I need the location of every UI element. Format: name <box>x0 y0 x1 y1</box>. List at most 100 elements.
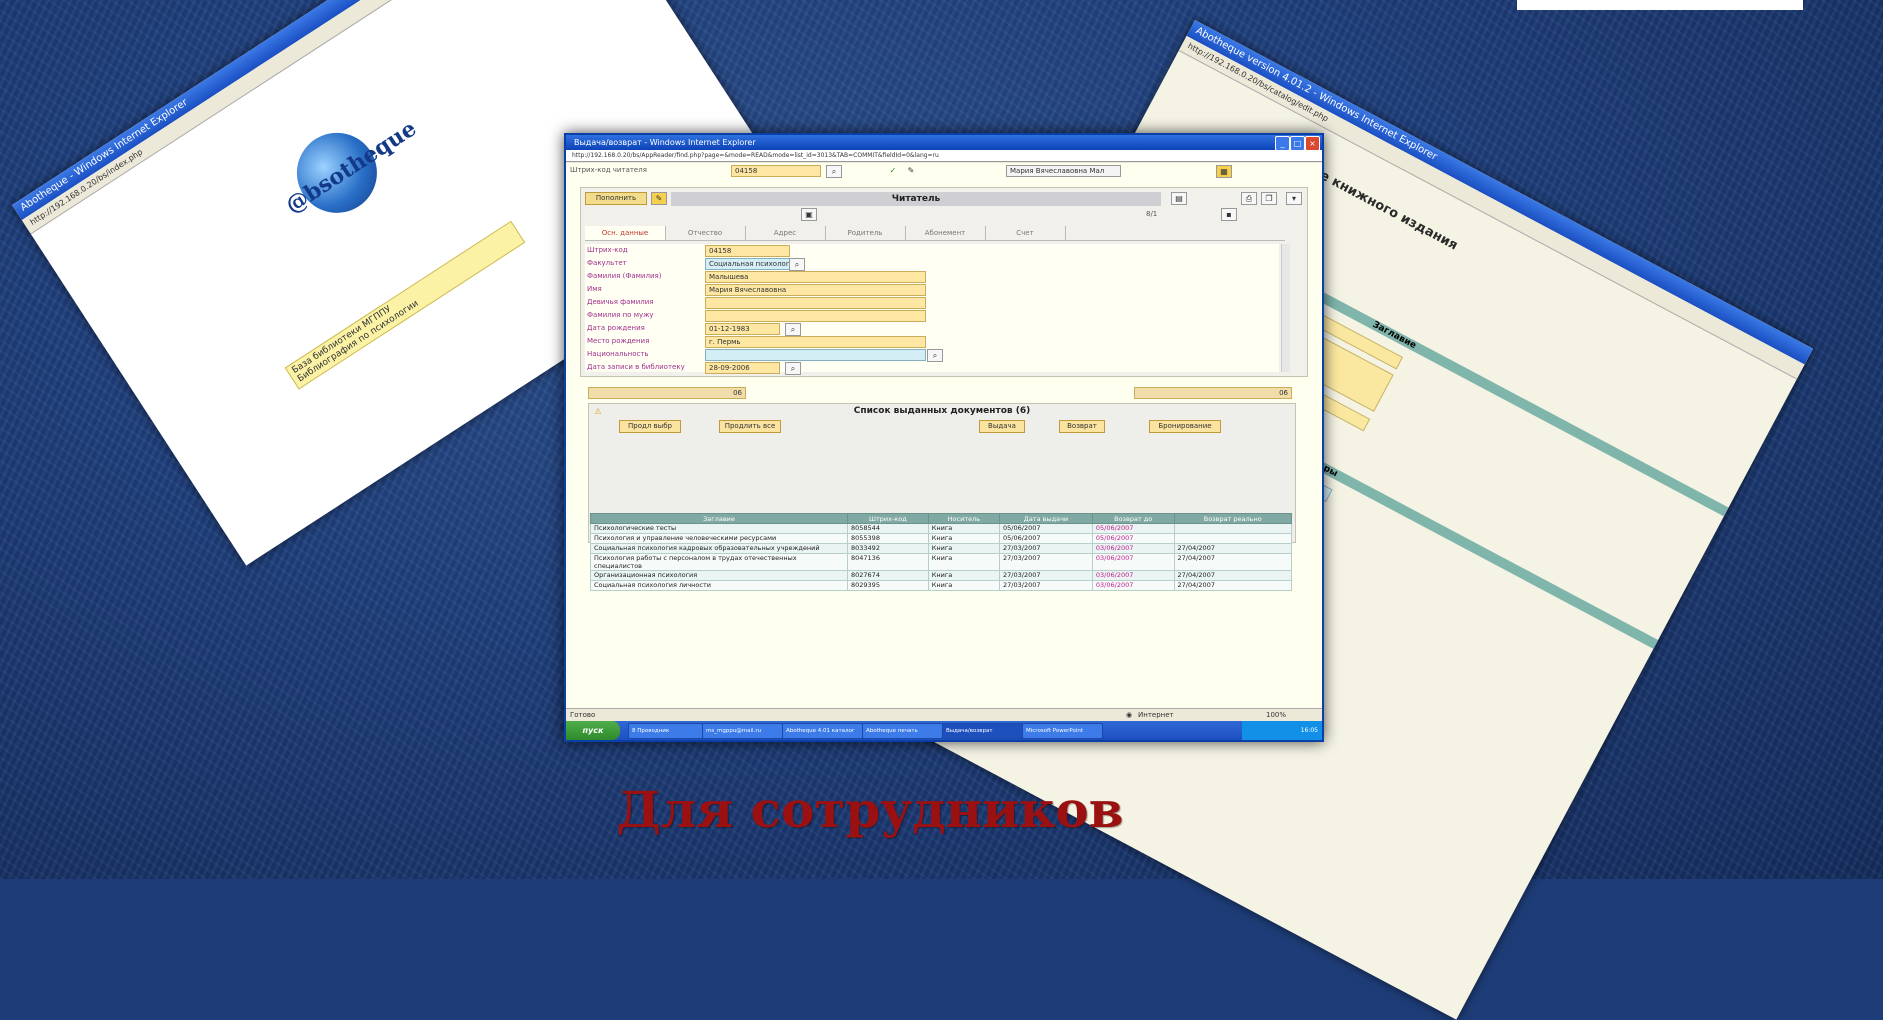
table-header-row: Заглавие Штрих-код Носитель Дата выдачи … <box>590 513 1292 524</box>
field-maiden-name[interactable] <box>705 297 926 309</box>
calendar-icon[interactable]: ⌕ <box>785 323 801 336</box>
table-cell: 27/04/2007 <box>1173 580 1292 591</box>
main-addressbar[interactable]: http://192.168.0.20/bs/AppReader/find.ph… <box>566 150 1322 162</box>
reserve-button[interactable]: Бронирование <box>1149 420 1221 433</box>
column-header[interactable]: Заглавие <box>590 513 848 524</box>
barcode-row: Штрих-код читателя 04158 ⌕ ✓ ✎ Мария Вяч… <box>566 163 1322 179</box>
zoom-level[interactable]: 100% <box>1266 711 1286 719</box>
system-tray: 16:05 <box>1242 721 1322 740</box>
table-cell: 27/04/2007 <box>1173 543 1292 554</box>
pen-icon[interactable]: ✎ <box>904 165 918 176</box>
taskbar-item[interactable]: Abotheque печать <box>862 723 943 739</box>
table-cell: 03/06/2007 <box>1091 570 1175 581</box>
main-window-titlebar: Выдача/возврат - Windows Internet Explor… <box>566 135 1322 151</box>
taskbar-item[interactable]: Microsoft PowerPoint <box>1022 723 1103 739</box>
table-row[interactable]: Организационная психология 8027674 Книга 27… <box>590 570 1292 581</box>
table-cell: Социальная психология личности <box>590 580 848 591</box>
barcode-input[interactable]: 04158 <box>731 165 821 177</box>
column-header[interactable]: Возврат реально <box>1173 513 1292 524</box>
column-header[interactable]: Возврат до <box>1091 513 1175 524</box>
clock: 16:05 <box>1300 727 1318 734</box>
slide-caption: Для сотрудников <box>616 780 1124 839</box>
extend-selected-button[interactable]: Продл выбр <box>619 420 681 433</box>
calculator-icon[interactable]: ▦ <box>1216 165 1232 178</box>
table-cell: 05/06/2007 <box>999 523 1093 534</box>
dropdown-icon[interactable]: ▾ <box>1286 192 1302 205</box>
return-button[interactable]: Возврат <box>1059 420 1105 433</box>
table-row[interactable]: Психологические тесты 8058544 Книга 05/06/2… <box>590 523 1292 534</box>
table-cell: Книга <box>927 533 1001 544</box>
calendar-icon[interactable]: ⌕ <box>785 362 801 375</box>
table-cell: Книга <box>927 523 1001 534</box>
column-header[interactable]: Штрих-код <box>847 513 929 524</box>
search-icon[interactable]: ⌕ <box>927 349 943 362</box>
field-registration-date[interactable]: 28-09-2006 <box>705 362 780 374</box>
table-cell: 8055398 <box>847 533 929 544</box>
field-faculty[interactable]: Социальная психология <box>705 258 790 270</box>
field-nationality[interactable] <box>705 349 926 361</box>
replenish-button[interactable]: Пополнить <box>585 192 647 205</box>
page-indicator: 8/1 <box>1146 210 1158 218</box>
taskbar-item[interactable]: ms_mgppu@mail.ru <box>702 723 783 739</box>
start-button[interactable]: пуск <box>566 721 620 740</box>
table-row[interactable]: Психология и управление человеческими ре… <box>590 533 1292 544</box>
documents-table: Заглавие Штрих-код Носитель Дата выдачи … <box>590 513 1292 591</box>
taskbar-item[interactable]: Abotheque 4.01 каталог <box>782 723 863 739</box>
field-barcode[interactable]: 04158 <box>705 245 790 257</box>
table-cell: 05/06/2007 <box>1091 523 1175 534</box>
reader-tabs: Осн. данные Отчество Адрес Родитель Абон… <box>585 226 1285 241</box>
field-married-name[interactable] <box>705 310 926 322</box>
column-header[interactable]: Дата выдачи <box>999 513 1093 524</box>
table-row[interactable]: Социальная психология личности 8029395 Кни… <box>590 580 1292 591</box>
edit-icon[interactable]: ✎ <box>651 192 667 205</box>
field-label: Дата рождения <box>587 324 645 332</box>
table-row[interactable]: Социальная психология кадровых образоват… <box>590 543 1292 554</box>
tab-main-data[interactable]: Осн. данные <box>585 226 666 240</box>
field-birth-date[interactable]: 01-12-1983 <box>705 323 780 335</box>
table-cell: 8047136 <box>847 553 929 571</box>
table-cell: Социальная психология кадровых образоват… <box>590 543 848 554</box>
left-menu-item[interactable]: Библиография по психологии <box>296 234 520 385</box>
user-select[interactable]: Мария Вячеславовна Мал <box>1006 165 1121 177</box>
table-cell: 8027674 <box>847 570 929 581</box>
extend-all-button[interactable]: Продлить все <box>719 420 781 433</box>
table-cell: Психология и управление человеческими ре… <box>590 533 848 544</box>
internet-zone-icon: ◉ <box>1126 711 1133 719</box>
table-cell: 27/03/2007 <box>999 570 1093 581</box>
tab-address[interactable]: Адрес <box>745 226 826 240</box>
close-icon[interactable]: × <box>1305 136 1320 151</box>
reader-scrollbar[interactable] <box>1281 244 1290 372</box>
table-row[interactable]: Психология работы с персоналом в трудах … <box>590 553 1292 571</box>
field-name[interactable]: Мария Вячеславовна <box>705 284 926 296</box>
minimize-icon[interactable]: _ <box>1275 136 1290 151</box>
reader-panel: Пополнить ✎ Читатель ▤ ⎙ ❐ ▾ 8/1 ▣ ▪ Осн… <box>580 187 1308 377</box>
copy-icon[interactable]: ❐ <box>1261 192 1277 205</box>
search-icon[interactable]: ⌕ <box>826 165 842 178</box>
table-cell: 05/06/2007 <box>999 533 1093 544</box>
left-menu-item[interactable]: База библиотеки МГППУ <box>290 226 514 376</box>
left-menu[interactable]: База библиотеки МГППУ Библиография по пс… <box>284 220 526 390</box>
disk-icon[interactable]: ▪ <box>1221 208 1237 221</box>
field-label: Фамилия по мужу <box>587 311 654 319</box>
main-browser-window[interactable]: Выдача/возврат - Windows Internet Explor… <box>564 133 1324 742</box>
taskbar-item[interactable]: 8 Проводник <box>628 723 703 739</box>
print-icon[interactable]: ⎙ <box>1241 192 1257 205</box>
counter-right: 06 <box>1134 387 1292 399</box>
check-icon[interactable]: ✓ <box>886 165 900 176</box>
field-surname[interactable]: Малышева <box>705 271 926 283</box>
corner-blank-box <box>1517 0 1803 10</box>
tab-account[interactable]: Счет <box>985 226 1066 240</box>
search-icon[interactable]: ⌕ <box>789 258 805 271</box>
issue-button[interactable]: Выдача <box>979 420 1025 433</box>
taskbar-item[interactable]: Выдача/возврат <box>942 723 1023 739</box>
field-birth-place[interactable]: г. Пермь <box>705 336 926 348</box>
photo-icon[interactable]: ▣ <box>801 208 817 221</box>
column-header[interactable]: Носитель <box>927 513 1001 524</box>
tab-patronymic[interactable]: Отчество <box>665 226 746 240</box>
tab-subscription[interactable]: Абонемент <box>905 226 986 240</box>
maximize-icon[interactable]: □ <box>1290 136 1305 151</box>
field-label: Место рождения <box>587 337 650 345</box>
save-icon[interactable]: ▤ <box>1171 192 1187 205</box>
field-label: Девичья фамилия <box>587 298 654 306</box>
tab-parent[interactable]: Родитель <box>825 226 906 240</box>
